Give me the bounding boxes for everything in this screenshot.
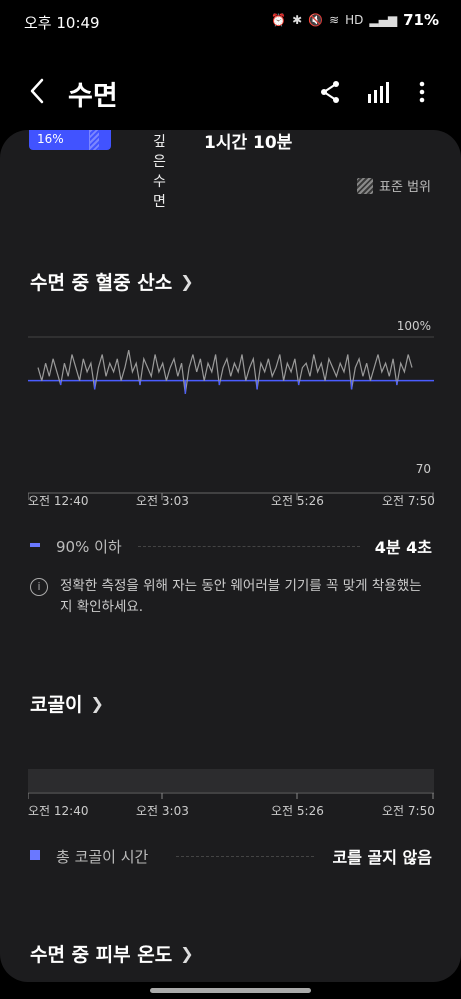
chevron-left-icon	[30, 78, 44, 104]
x-label-2: 오전 5:26	[271, 494, 324, 508]
status-time: 오후 10:49	[24, 14, 100, 32]
sleep-detail-card: 16% 깊은 수면 1시간 10분 표준 범위 수면 중 혈중 산소 ❯ 100…	[0, 130, 461, 982]
snoring-section-header[interactable]: 코골이 ❯	[30, 690, 104, 717]
legend-leader-line	[138, 546, 360, 547]
legend-value: 코를 골지 않음	[332, 848, 432, 867]
y-min-label: 70	[416, 462, 431, 476]
stats-button[interactable]	[366, 80, 390, 108]
chevron-right-icon: ❯	[180, 944, 194, 963]
x-label-0: 오전 12:40	[28, 804, 89, 818]
info-text: 정확한 측정을 위해 자는 동안 웨어러블 기기를 꼭 맞게 착용했는지 확인하…	[60, 578, 422, 615]
chevron-right-icon: ❯	[180, 272, 194, 291]
snoring-band	[28, 769, 434, 792]
spo2-below-90-row: 90% 이하 4분 4초	[30, 534, 432, 558]
status-bar: 오후 10:49 ⏰ ✱ 🔇 ≋ HD ▂▄▆ 71%	[0, 0, 461, 40]
x-label-3: 오전 7:50	[382, 804, 435, 818]
deep-sleep-standard-hatch	[89, 130, 99, 150]
hd-voice-badge: HD	[345, 13, 364, 27]
standard-range-legend: 표준 범위	[357, 176, 431, 195]
share-button[interactable]	[318, 80, 342, 108]
info-icon: i	[30, 578, 48, 596]
deep-sleep-percent: 16%	[37, 132, 64, 146]
legend-value: 4분 4초	[374, 538, 432, 557]
x-label-1: 오전 3:03	[136, 804, 189, 818]
x-label-2: 오전 5:26	[271, 804, 324, 818]
alarm-icon: ⏰	[271, 13, 287, 27]
x-label-1: 오전 3:03	[136, 494, 189, 508]
skin-temp-section-header[interactable]: 수면 중 피부 온도 ❯	[30, 940, 194, 967]
snoring-section-title: 코골이	[30, 694, 83, 716]
deep-sleep-value: 1시간 10분	[204, 133, 293, 153]
standard-range-label: 표준 범위	[379, 180, 431, 195]
more-options-button[interactable]	[416, 80, 428, 108]
battery-percent: 71%	[403, 11, 439, 29]
spo2-section-header[interactable]: 수면 중 혈중 산소 ❯	[30, 268, 194, 295]
home-indicator[interactable]	[150, 988, 311, 993]
bar-chart-icon	[368, 82, 389, 103]
skin-temp-section-title: 수면 중 피부 온도	[30, 944, 173, 966]
mute-icon: 🔇	[308, 13, 324, 27]
spo2-x-labels: 오전 12:40 오전 3:03 오전 5:26 오전 7:50	[28, 492, 435, 510]
legend-square-swatch	[30, 850, 40, 860]
app-bar: 수면	[0, 62, 461, 122]
spo2-section-title: 수면 중 혈중 산소	[30, 272, 173, 294]
x-label-0: 오전 12:40	[28, 494, 89, 508]
chevron-right-icon: ❯	[90, 694, 104, 713]
page-title: 수면	[68, 81, 118, 112]
y-max-label: 100%	[397, 319, 431, 333]
back-button[interactable]	[24, 76, 52, 106]
more-vertical-icon	[419, 81, 425, 103]
hatch-swatch-icon	[357, 177, 374, 194]
legend-label: 90% 이하	[56, 538, 122, 556]
snoring-x-labels: 오전 12:40 오전 3:03 오전 5:26 오전 7:50	[28, 802, 435, 820]
share-icon	[321, 81, 339, 103]
signal-icon: ▂▄▆	[369, 13, 398, 27]
status-icons: ⏰ ✱ 🔇 ≋ HD ▂▄▆ 71%	[271, 11, 439, 29]
wifi-icon: ≋	[329, 13, 340, 27]
spo2-chart: 100% 70	[28, 319, 434, 500]
deep-sleep-label: 깊은 수면	[153, 134, 166, 210]
deep-sleep-bar: 16%	[29, 130, 111, 150]
snoring-total-row: 총 코골이 시간 코를 골지 않음	[30, 844, 432, 868]
legend-leader-line	[176, 856, 314, 857]
legend-label: 총 코골이 시간	[56, 848, 149, 866]
bluetooth-icon: ✱	[292, 13, 303, 27]
x-label-3: 오전 7:50	[382, 494, 435, 508]
legend-line-swatch	[30, 543, 40, 547]
snoring-chart	[28, 769, 434, 799]
